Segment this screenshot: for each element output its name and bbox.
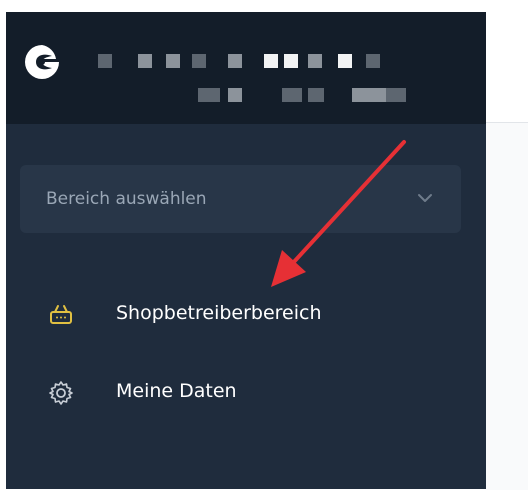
gear-icon [49, 381, 73, 405]
main-content-area [486, 122, 528, 490]
chevron-down-icon [418, 194, 432, 202]
nav-item-my-data[interactable]: Meine Daten [20, 372, 480, 412]
shopware-logo-icon [25, 45, 59, 79]
nav-item-label: Meine Daten [116, 380, 237, 402]
nav-item-shop-owner-area[interactable]: Shopbetreiberbereich [20, 294, 480, 334]
area-select-label: Bereich auswählen [46, 189, 207, 209]
nav-item-label: Shopbetreiberbereich [116, 302, 322, 324]
area-select-dropdown[interactable]: Bereich auswählen [20, 165, 461, 233]
basket-icon [50, 305, 72, 324]
sidebar-header [6, 12, 486, 124]
